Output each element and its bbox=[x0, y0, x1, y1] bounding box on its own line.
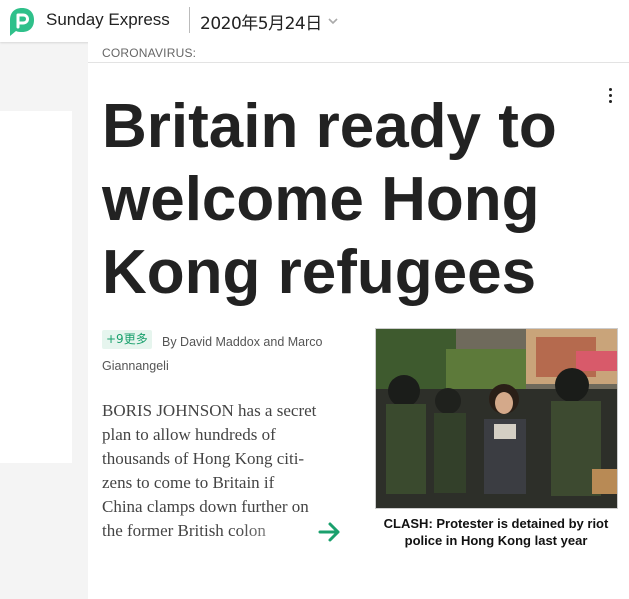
edition-date: 2020年5月24日 bbox=[200, 13, 322, 34]
body-line: China clamps down further on bbox=[102, 497, 309, 516]
article-photo[interactable] bbox=[375, 328, 618, 509]
kebab-menu-icon[interactable] bbox=[605, 88, 615, 106]
section-divider bbox=[88, 62, 629, 63]
photo-caption: CLASH: Protester is detained by riot pol… bbox=[383, 516, 609, 548]
top-bar: Sunday Express 2020年5月24日 bbox=[0, 0, 629, 42]
article-headline: Britain ready to welcome Hong Kong refug… bbox=[102, 92, 557, 307]
p-speech-bubble-logo-icon[interactable] bbox=[7, 6, 37, 38]
body-line: plan to allow hundreds of bbox=[102, 425, 276, 444]
protest-photo-illustration bbox=[376, 329, 617, 508]
body-line: thousands of Hong Kong citi- bbox=[102, 449, 305, 468]
section-label: CORONAVIRUS: bbox=[102, 46, 197, 60]
article-page: CORONAVIRUS: Britain ready to welcome Ho… bbox=[88, 42, 629, 599]
publication-name[interactable]: Sunday Express bbox=[46, 10, 170, 30]
chevron-down-icon bbox=[328, 18, 338, 25]
date-selector[interactable]: 2020年5月24日 bbox=[200, 9, 338, 34]
more-articles-badge[interactable]: +9更多 bbox=[102, 330, 152, 349]
header-divider bbox=[189, 7, 190, 33]
left-page-edge bbox=[0, 111, 72, 463]
body-line: BORIS JOHNSON has a secret bbox=[102, 401, 317, 420]
arrow-right-icon[interactable] bbox=[318, 521, 342, 543]
body-line: zens to come to Britain if bbox=[102, 473, 275, 492]
